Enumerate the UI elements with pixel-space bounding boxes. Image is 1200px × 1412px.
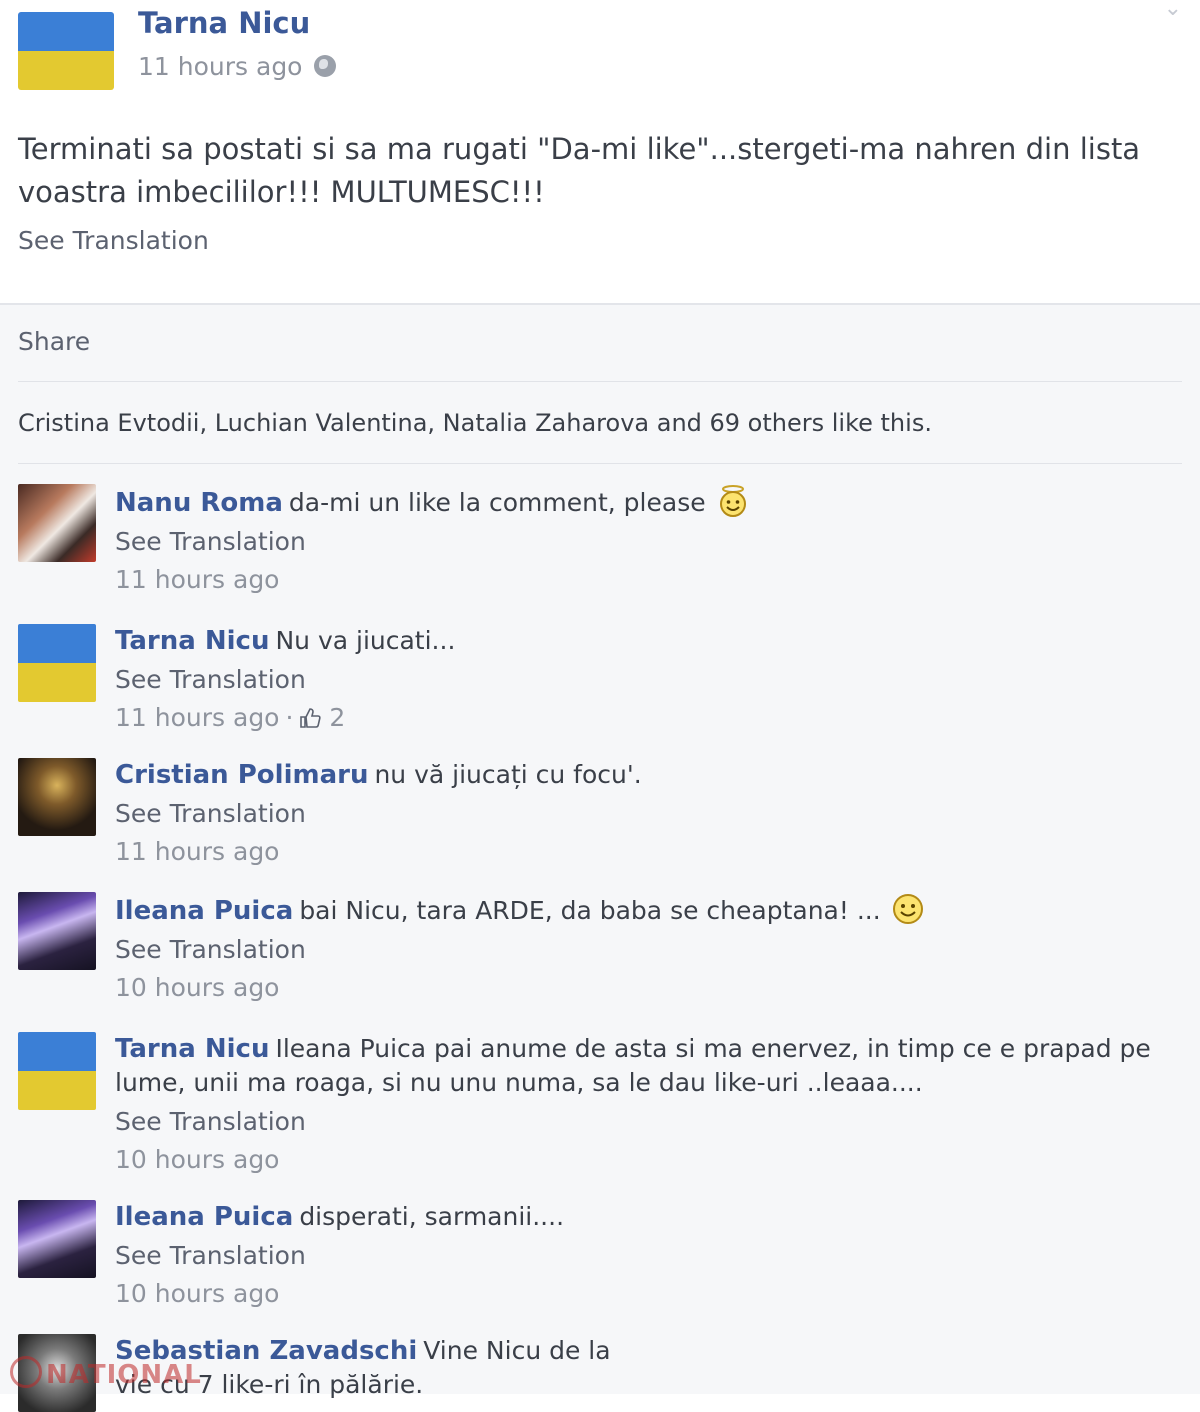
chevron-down-icon[interactable]: ⌄ [1164,0,1182,20]
post-author-name[interactable]: Tarna Nicu [138,6,310,40]
watermark-text: NATIONAL [46,1360,202,1390]
meta-separator: · [285,703,294,732]
comment-body: Cristian Polimaru nu vă jiucați cu focu'.… [115,758,1175,869]
comment-text: Ileana Puica pai anume de asta si ma ene… [115,1034,1151,1097]
comment-body: Tarna Nicu Ileana Puica pai anume de asta… [115,1032,1175,1177]
comment-meta: 11 hours ago · 2 [115,701,1175,735]
share-link[interactable]: Share [18,327,90,356]
commenter-avatar[interactable] [18,758,96,836]
comment-body: Tarna Nicu Nu va jiucati... See Translati… [115,624,1175,735]
comment-text: nu vă jiucați cu focu'. [374,760,642,789]
see-translation-link[interactable]: See Translation [115,797,1175,831]
post-timestamp[interactable]: 11 hours ago [138,52,337,81]
thumbs-up-icon[interactable] [299,707,322,729]
commenter-name[interactable]: Ileana Puica [115,1202,293,1232]
likes-summary[interactable]: Cristina Evtodii, Luchian Valentina, Nat… [18,409,932,437]
commenter-avatar[interactable] [18,1032,96,1110]
see-translation-link[interactable]: See Translation [115,1239,1175,1273]
comment-time[interactable]: 10 hours ago [115,971,1175,1005]
post-card: Tarna Nicu 11 hours ago Terminati sa pos… [0,0,1200,303]
watermark-logo: NATIONAL [10,1356,202,1390]
commenter-name[interactable]: Cristian Polimaru [115,760,368,790]
comment-time[interactable]: 10 hours ago [115,1277,1175,1311]
see-translation-link[interactable]: See Translation [115,933,1175,967]
see-translation-link[interactable]: See Translation [115,525,1175,559]
commenter-name[interactable]: Tarna Nicu [115,1034,269,1064]
post-text: Terminati sa postati si sa ma rugati "Da… [18,132,1141,209]
commenter-name[interactable]: Nanu Roma [115,488,283,518]
commenter-avatar[interactable] [18,624,96,702]
see-translation-link[interactable]: See Translation [115,663,1175,697]
see-translation-link[interactable]: See Translation [115,1105,1175,1139]
commenter-avatar[interactable] [18,484,96,562]
comment-time[interactable]: 11 hours ago [115,835,1175,869]
comment-text: da-mi un like la comment, please [288,488,706,517]
comment-time[interactable]: 11 hours ago [115,703,279,732]
comment-time[interactable]: 11 hours ago [115,563,1175,597]
post-author-avatar[interactable] [18,12,114,90]
comment-text: disperati, sarmanii.... [299,1202,565,1231]
post-see-translation-link[interactable]: See Translation [18,226,209,255]
commenter-name[interactable]: Ileana Puica [115,896,293,926]
divider [18,381,1182,382]
commenter-avatar[interactable] [18,892,96,970]
divider [18,463,1182,464]
smiley-icon [892,894,923,924]
commenter-avatar[interactable] [18,1200,96,1278]
comment-text: Nu va jiucati... [275,626,456,655]
watermark-mark-icon [10,1356,42,1388]
comment-time[interactable]: 10 hours ago [115,1143,1175,1177]
commenter-name[interactable]: Tarna Nicu [115,626,269,656]
comment-body: Nanu Roma da-mi un like la comment, pleas… [115,484,1175,597]
post-time-text[interactable]: 11 hours ago [138,52,302,81]
globe-icon [314,55,337,77]
comment-body: Ileana Puica disperati, sarmanii.... See … [115,1200,1175,1311]
comment-text: bai Nicu, tara ARDE, da baba se cheaptan… [299,896,881,925]
comment-body: Ileana Puica bai Nicu, tara ARDE, da baba… [115,892,1175,1005]
comment-like-count[interactable]: 2 [329,703,345,732]
angel-smiley-icon [719,485,746,517]
